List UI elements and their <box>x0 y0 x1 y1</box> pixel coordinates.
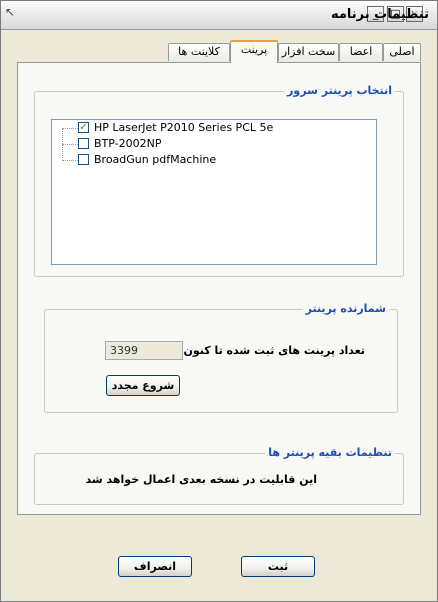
tab-hardware[interactable]: سخت افزار <box>278 43 339 61</box>
checkbox-checked[interactable]: ✓ <box>78 122 89 133</box>
list-item[interactable]: BroadGun pdfMachine <box>62 153 362 168</box>
printer-name: HP LaserJet P2010 Series PCL 5e <box>94 121 274 134</box>
printer-name: BTP-2002NP <box>94 137 162 150</box>
printer-counter-group: شمارنده پرینتر 3399 تعداد پرینت های ثبت … <box>44 302 398 413</box>
title-bar: ↖ _ □ × تنظیمات برنامه <box>1 1 437 30</box>
tab-clients[interactable]: کلاینت ها <box>168 43 230 61</box>
settings-window: ↖ _ □ × تنظیمات برنامه اصلی اعضا سخت افز… <box>0 0 438 602</box>
window-title: تنظیمات برنامه <box>330 7 429 22</box>
save-button[interactable]: ثبت <box>241 556 315 577</box>
print-count-label: تعداد پرینت های ثبت شده تا کنون <box>183 344 365 357</box>
tab-main[interactable]: اصلی <box>383 43 421 61</box>
printer-name: BroadGun pdfMachine <box>94 153 217 166</box>
list-item[interactable]: BTP-2002NP <box>62 137 362 152</box>
checkbox[interactable] <box>78 138 89 149</box>
reset-button[interactable]: شروع مجدد <box>106 375 180 396</box>
checkbox[interactable] <box>78 154 89 165</box>
feature-notice: این قابلیت در نسخه بعدی اعمال خواهد شد <box>85 473 317 486</box>
other-printers-group: تنظیمات بقیه پرینتر ها این قابلیت در نسخ… <box>34 446 404 505</box>
list-item[interactable]: ✓ HP LaserJet P2010 Series PCL 5e <box>62 121 362 136</box>
printer-counter-title: شمارنده پرینتر <box>302 302 389 315</box>
printer-list: ✓ HP LaserJet P2010 Series PCL 5e BTP-20… <box>51 119 377 265</box>
tab-print[interactable]: پرینت <box>230 40 278 63</box>
tree-connector <box>62 160 78 161</box>
cancel-button[interactable]: انصراف <box>118 556 192 577</box>
printer-select-title: انتخاب پرینتر سرور <box>284 84 395 97</box>
resize-icon: ↖ <box>5 5 16 19</box>
tree-connector <box>62 144 78 145</box>
printer-select-group: انتخاب پرینتر سرور ✓ HP LaserJet P2010 S… <box>34 84 404 277</box>
tree-connector <box>62 128 78 129</box>
tab-members[interactable]: اعضا <box>339 43 383 61</box>
tab-panel-print: انتخاب پرینتر سرور ✓ HP LaserJet P2010 S… <box>17 62 421 515</box>
print-count-field: 3399 <box>105 341 183 360</box>
other-printers-title: تنظیمات بقیه پرینتر ها <box>265 446 395 459</box>
